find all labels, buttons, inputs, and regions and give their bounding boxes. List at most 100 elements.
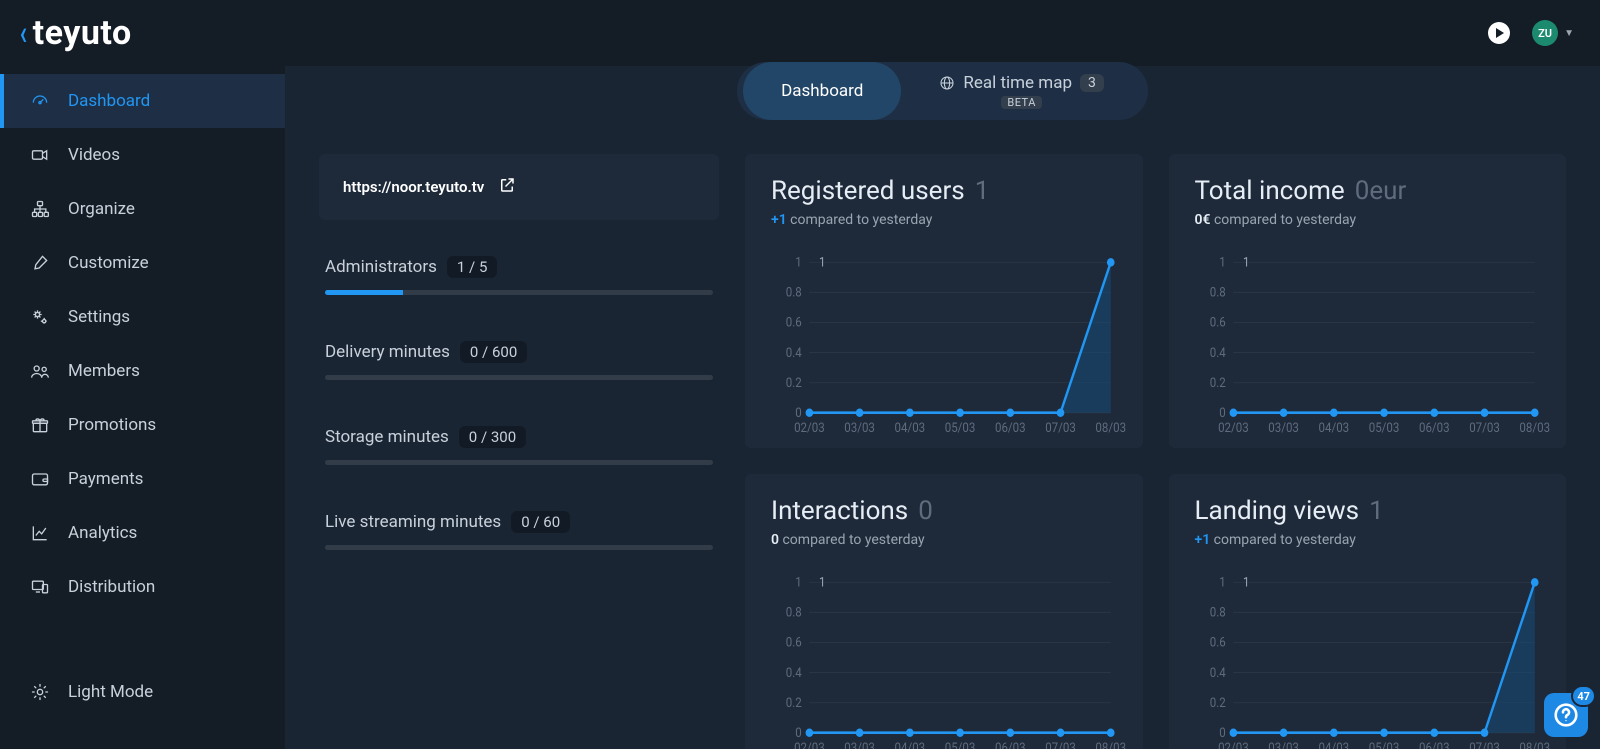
- user-menu[interactable]: zu ▼: [1532, 20, 1574, 46]
- svg-text:06/03: 06/03: [1418, 740, 1449, 749]
- svg-text:08/03: 08/03: [1095, 740, 1126, 749]
- sidebar-item-dashboard[interactable]: Dashboard: [0, 74, 285, 128]
- svg-text:0: 0: [795, 725, 802, 740]
- main: Dashboard Real time map 3 BETA: [285, 66, 1600, 749]
- svg-text:0.6: 0.6: [786, 315, 802, 330]
- view-tabs: Dashboard Real time map 3 BETA: [737, 62, 1148, 120]
- card-interactions: Interactions 0 0 compared to yesterday 0…: [745, 474, 1143, 749]
- sidebar-item-videos[interactable]: Videos: [0, 128, 285, 182]
- avatar: zu: [1532, 20, 1558, 46]
- svg-text:1: 1: [819, 255, 825, 270]
- sidebar: Dashboard Videos OrganizeCustomizeSettings…: [0, 66, 285, 749]
- sidebar-item-promotions[interactable]: Promotions: [0, 398, 285, 452]
- caret-down-icon: ▼: [1564, 28, 1574, 39]
- play-button[interactable]: [1488, 22, 1510, 44]
- card-value: 0: [918, 496, 933, 526]
- quota-list: Administrators1 / 5Delivery minutes0 / 6…: [319, 250, 719, 550]
- svg-text:05/03: 05/03: [945, 740, 976, 749]
- wallet-icon: [30, 469, 50, 489]
- quota-bar: [325, 375, 713, 380]
- sidebar-item-organize[interactable]: Organize: [0, 182, 285, 236]
- tab-realtime-map[interactable]: Real time map 3 BETA: [901, 62, 1142, 120]
- quota-label: Delivery minutes: [325, 342, 450, 362]
- sidebar-item-label: Distribution: [68, 577, 155, 597]
- svg-text:07/03: 07/03: [1469, 740, 1500, 749]
- sidebar-item-members[interactable]: Members: [0, 344, 285, 398]
- quota-value: 0 / 60: [511, 511, 570, 533]
- delta: 0€: [1195, 212, 1211, 228]
- svg-text:08/03: 08/03: [1519, 740, 1550, 749]
- svg-text:1: 1: [1242, 575, 1248, 590]
- card-total-income: Total income 0eur 0€ compared to yesterd…: [1169, 154, 1567, 448]
- quota-label: Administrators: [325, 257, 437, 277]
- sitemap-icon: [30, 199, 50, 219]
- card-title: Interactions: [771, 496, 908, 526]
- help-button[interactable]: 47: [1544, 693, 1588, 737]
- svg-text:06/03: 06/03: [995, 740, 1026, 749]
- svg-text:05/03: 05/03: [1368, 420, 1399, 435]
- open-external-button[interactable]: [498, 176, 516, 198]
- sidebar-item-label: Dashboard: [68, 91, 150, 111]
- svg-text:0.8: 0.8: [786, 285, 802, 300]
- tab-label: Real time map: [963, 73, 1072, 93]
- svg-text:08/03: 08/03: [1519, 420, 1550, 435]
- svg-text:02/03: 02/03: [1218, 740, 1249, 749]
- sidebar-item-label: Videos: [68, 145, 120, 165]
- users-icon: [30, 361, 50, 381]
- logo-chevron-icon: ‹: [20, 16, 27, 50]
- quota-bar: [325, 545, 713, 550]
- card-registered-users: Registered users 1 +1 compared to yester…: [745, 154, 1143, 448]
- devices-icon: [30, 577, 50, 597]
- sun-icon: [30, 682, 50, 702]
- svg-text:03/03: 03/03: [1268, 420, 1299, 435]
- sidebar-item-settings[interactable]: Settings: [0, 290, 285, 344]
- quota-bar: [325, 290, 713, 295]
- sidebar-item-label: Payments: [68, 469, 143, 489]
- quota-label: Storage minutes: [325, 427, 449, 447]
- svg-text:08/03: 08/03: [1095, 420, 1126, 435]
- card-value: 1: [975, 176, 990, 206]
- svg-text:02/03: 02/03: [1218, 420, 1249, 435]
- svg-text:03/03: 03/03: [1268, 740, 1299, 749]
- card-value: 0eur: [1355, 176, 1407, 206]
- sidebar-item-label: Promotions: [68, 415, 156, 435]
- sidebar-item-light-mode[interactable]: Light Mode: [0, 665, 285, 719]
- quota-value: 1 / 5: [447, 256, 498, 278]
- card-subtitle: +1 compared to yesterday: [1195, 532, 1541, 548]
- channel-url: https://noor.teyuto.tv: [343, 178, 484, 196]
- svg-text:0.8: 0.8: [786, 605, 802, 620]
- realtime-count-badge: 3: [1080, 74, 1104, 92]
- gift-icon: [30, 415, 50, 435]
- sidebar-item-analytics[interactable]: Analytics: [0, 506, 285, 560]
- svg-text:0.2: 0.2: [1209, 375, 1225, 390]
- gauge-icon: [30, 91, 50, 111]
- brand-logo: ‹ teyuto: [18, 13, 132, 53]
- cogs-icon: [30, 307, 50, 327]
- svg-text:0: 0: [795, 405, 802, 420]
- svg-text:0.2: 0.2: [786, 375, 802, 390]
- svg-text:1: 1: [795, 575, 801, 590]
- card-title: Landing views: [1195, 496, 1360, 526]
- svg-text:02/03: 02/03: [794, 420, 825, 435]
- sidebar-item-customize[interactable]: Customize: [0, 236, 285, 290]
- sidebar-item-payments[interactable]: Payments: [0, 452, 285, 506]
- svg-text:04/03: 04/03: [895, 420, 926, 435]
- quota-delivery-minutes: Delivery minutes0 / 600: [325, 335, 713, 380]
- svg-text:07/03: 07/03: [1469, 420, 1500, 435]
- external-link-icon: [498, 176, 516, 194]
- chart-interactions: 00.20.40.60.81102/0303/0304/0305/0306/03…: [771, 576, 1117, 749]
- tab-dashboard[interactable]: Dashboard: [743, 62, 901, 120]
- card-title: Total income: [1195, 176, 1345, 206]
- svg-text:0: 0: [1219, 405, 1226, 420]
- topbar: ‹ teyuto zu ▼: [0, 0, 1600, 66]
- svg-text:1: 1: [1219, 255, 1225, 270]
- help-icon: [1553, 702, 1579, 728]
- delta: +1: [1195, 532, 1211, 548]
- sidebar-item-distribution[interactable]: Distribution: [0, 560, 285, 614]
- card-subtitle: 0€ compared to yesterday: [1195, 212, 1541, 228]
- chart-landing: 00.20.40.60.81102/0303/0304/0305/0306/03…: [1195, 576, 1541, 749]
- help-count-badge: 47: [1571, 685, 1596, 707]
- svg-text:02/03: 02/03: [794, 740, 825, 749]
- brand-name: teyuto: [33, 13, 132, 53]
- svg-text:0.2: 0.2: [786, 695, 802, 710]
